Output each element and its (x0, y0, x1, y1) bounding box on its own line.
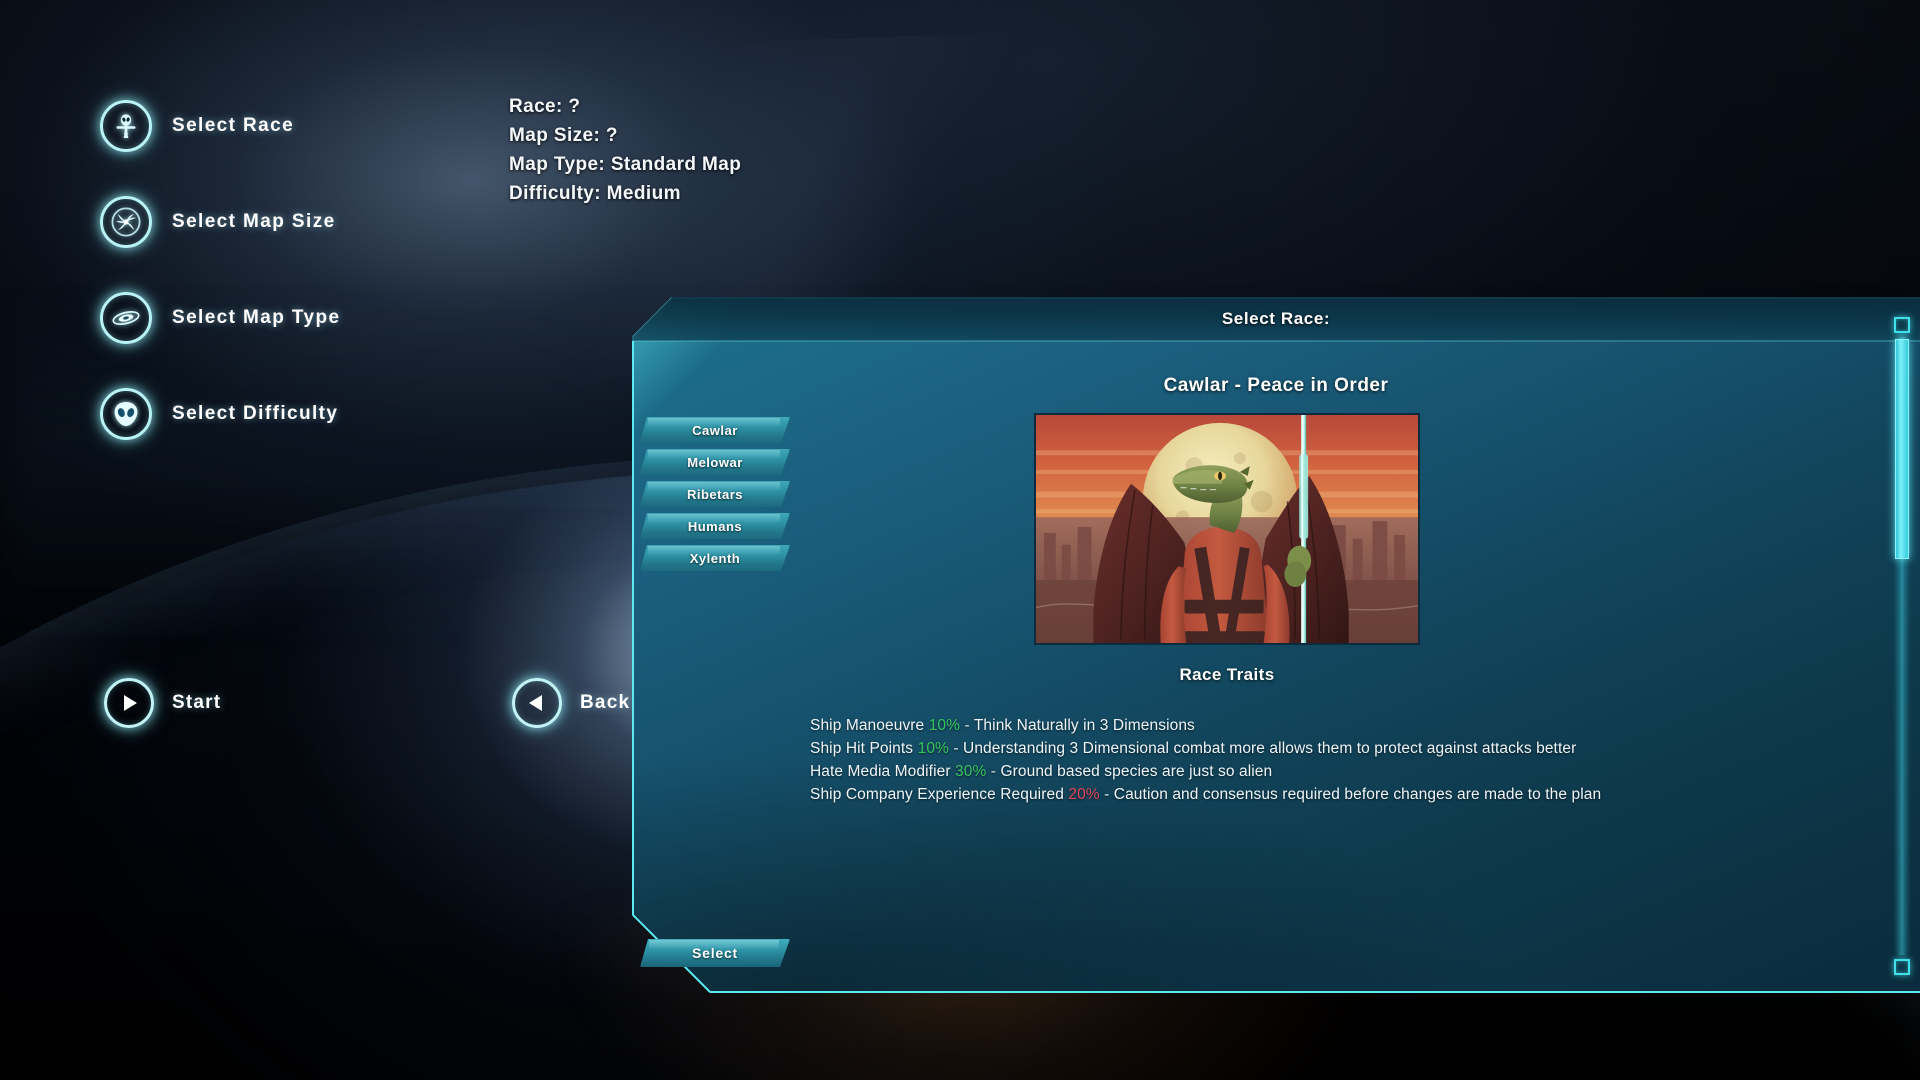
race-portrait (1034, 413, 1420, 645)
race-list: Cawlar Melowar Ribetars Humans Xylenth (640, 417, 800, 571)
trait-row: Hate Media Modifier 30% - Ground based s… (810, 763, 1880, 781)
trait-description: Think Naturally in 3 Dimensions (973, 717, 1195, 734)
trait-percent: 10% (917, 740, 949, 757)
race-button-label: Xylenth (689, 550, 741, 566)
menu-item-select-map-type[interactable]: Select Map Type (100, 292, 340, 344)
summary-map-type: Map Type: Standard Map (509, 154, 742, 175)
game-screen: Select Race Select Map Size Select Map T… (0, 0, 1920, 1080)
dialog-scrollbar[interactable] (1894, 317, 1910, 975)
trait-percent: 20% (1068, 786, 1100, 803)
trait-row: Ship Hit Points 10% - Understanding 3 Di… (810, 740, 1880, 758)
trait-name: Ship Company Experience Required (810, 786, 1064, 803)
menu-item-select-map-size[interactable]: Select Map Size (100, 196, 336, 248)
select-race-dialog: Select Race: Cawlar - Peace in Order Caw… (632, 297, 1920, 993)
trait-row: Ship Company Experience Required 20% - C… (810, 786, 1880, 804)
galaxy-spiral-icon (100, 196, 152, 248)
trait-percent: 10% (928, 717, 961, 734)
select-button-label: Select (691, 945, 739, 961)
select-button[interactable]: Select (640, 939, 790, 967)
menu-item-label: Select Race (172, 115, 295, 136)
back-arrow-icon (512, 678, 562, 728)
trait-description: Ground based species are just so alien (1000, 763, 1273, 780)
race-name-heading: Cawlar - Peace in Order (1163, 375, 1389, 396)
trait-dash: - (990, 763, 997, 780)
alien-body-icon (100, 100, 152, 152)
scrollbar-thumb[interactable] (1895, 339, 1909, 559)
back-button[interactable]: Back (512, 678, 630, 728)
race-list-item-cawlar[interactable]: Cawlar (640, 417, 790, 443)
race-button-label: Melowar (687, 454, 743, 470)
race-list-item-melowar[interactable]: Melowar (640, 449, 790, 475)
menu-item-label: Select Map Size (172, 211, 336, 232)
trait-name: Ship Manoeuvre (810, 717, 925, 734)
race-traits-heading: Race Traits (1179, 665, 1275, 684)
race-list-item-xylenth[interactable]: Xylenth (640, 545, 790, 571)
galaxy-disc-icon (100, 292, 152, 344)
trait-percent: 30% (955, 763, 987, 780)
menu-item-select-difficulty[interactable]: Select Difficulty (100, 388, 338, 440)
menu-item-label: Select Map Type (172, 307, 341, 328)
start-button[interactable]: Start (104, 678, 221, 728)
menu-item-select-race[interactable]: Select Race (100, 100, 294, 152)
race-button-label: Ribetars (686, 486, 744, 502)
trait-dash: - (1104, 786, 1110, 803)
trait-name: Hate Media Modifier (810, 763, 951, 780)
race-button-label: Humans (687, 518, 743, 534)
play-icon (104, 678, 154, 728)
race-list-item-humans[interactable]: Humans (640, 513, 790, 539)
dialog-header: Select Race: (632, 297, 1920, 341)
summary-difficulty: Difficulty: Medium (509, 183, 681, 204)
trait-dash: - (953, 740, 959, 757)
dialog-title: Select Race: (1221, 308, 1331, 328)
trait-row: Ship Manoeuvre 10% - Think Naturally in … (810, 717, 1880, 735)
summary-race: Race: ? (509, 96, 581, 117)
alien-head-icon (100, 388, 152, 440)
summary-map-size: Map Size: ? (509, 125, 618, 146)
menu-item-label: Select Difficulty (172, 403, 339, 424)
trait-description: Understanding 3 Dimensional combat more … (963, 740, 1577, 757)
trait-description: Caution and consensus required before ch… (1113, 786, 1602, 803)
back-label: Back (580, 692, 631, 713)
trait-dash: - (964, 717, 970, 734)
trait-name: Ship Hit Points (810, 740, 914, 757)
setup-summary: Race: ? Map Size: ? Map Type: Standard M… (509, 96, 741, 205)
scroll-down-button[interactable] (1894, 959, 1910, 975)
race-button-label: Cawlar (692, 422, 738, 438)
start-label: Start (172, 692, 222, 713)
dialog-panel (632, 297, 1920, 993)
race-portrait-art (1036, 415, 1418, 643)
scroll-up-button[interactable] (1894, 317, 1910, 333)
race-list-item-ribetars[interactable]: Ribetars (640, 481, 790, 507)
race-traits-list: Ship Manoeuvre 10% - Think Naturally in … (810, 717, 1880, 804)
